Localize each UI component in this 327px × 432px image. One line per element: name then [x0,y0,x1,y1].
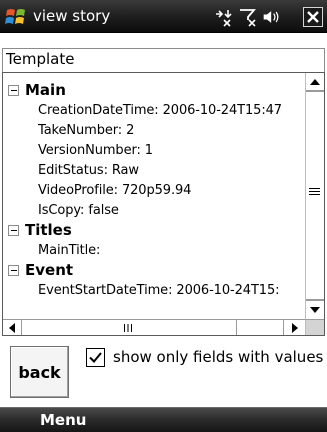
grip-icon [124,324,132,332]
app-title: view story [33,7,111,25]
show-only-values-checkbox[interactable] [86,348,105,367]
collapse-icon[interactable] [8,225,19,236]
arrow-down-icon [310,307,320,313]
fields-tree-view[interactable]: Main CreationDateTime: 2006-10-24T15:47 … [2,72,325,336]
field-text: MainTitle: [38,243,101,258]
horizontal-scroll-thumb[interactable] [22,320,237,335]
scrollbar-corner [305,319,324,335]
field-text: TakeNumber: 2 [38,123,135,138]
scroll-right-button[interactable] [283,320,305,335]
collapse-icon[interactable] [8,85,19,96]
title-bar: view story [0,0,327,33]
field-text: IsCopy: false [38,203,119,218]
scroll-left-button[interactable] [3,320,22,335]
softkey-bar: Menu [0,407,327,432]
connectivity-icon[interactable] [213,7,233,27]
node-label: Event [25,261,74,279]
horizontal-scrollbar[interactable] [3,319,305,335]
field-text: EditStatus: Raw [38,163,139,178]
close-button[interactable] [303,7,323,27]
arrow-left-icon [9,323,15,333]
horizontal-scroll-track[interactable] [237,320,283,335]
back-button[interactable]: back [10,346,69,398]
template-label: Template [6,50,75,68]
field-text: VideoProfile: 720p59.94 [38,183,192,198]
field-text: EventStartDateTime: 2006-10-24T15: [38,283,280,298]
grip-icon [309,188,320,195]
volume-icon[interactable] [262,7,282,27]
vertical-scroll-thumb[interactable] [306,91,324,300]
scroll-up-button[interactable] [306,73,324,91]
vertical-scrollbar[interactable] [305,73,324,319]
field-text: VersionNumber: 1 [38,143,153,158]
checkmark-icon [89,352,102,363]
collapse-icon[interactable] [8,265,19,276]
node-label: Titles [25,221,72,239]
start-logo-icon[interactable] [5,6,27,28]
node-label: Main [25,81,66,99]
arrow-up-icon [310,79,320,85]
field-text: CreationDateTime: 2006-10-24T15:47 [38,103,282,118]
close-icon [307,11,319,23]
tree-content: Main CreationDateTime: 2006-10-24T15:47 … [3,73,305,319]
show-only-values-label[interactable]: show only fields with values [113,348,323,366]
arrow-right-icon [292,323,298,333]
menu-softkey[interactable]: Menu [40,411,86,429]
scroll-down-button[interactable] [306,300,324,318]
template-header: Template [2,48,325,72]
signal-icon[interactable] [238,7,258,27]
